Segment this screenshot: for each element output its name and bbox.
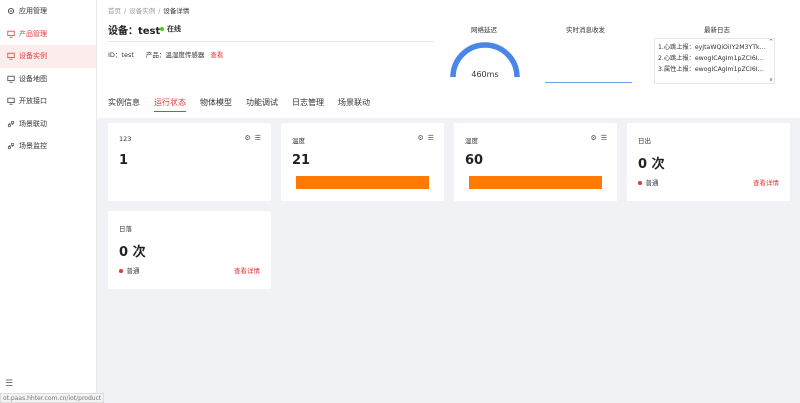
sidebar: 应用管理 产品管理 设备实例 设备地图 开放接口 场景联动 场景监控 ☰ bbox=[0, 0, 97, 403]
sidebar-item-label: 设备实例 bbox=[19, 52, 47, 61]
metric-name: 湿度 bbox=[465, 137, 478, 145]
event-card-sunset: 日落 0 次 普通 查看详情 bbox=[108, 211, 271, 289]
log-item: 3.属性上报：ewogICAgIm1pZCI6ICJ… bbox=[658, 66, 768, 73]
level-text: 普通 bbox=[645, 179, 659, 187]
realtime-message-label: 实时消息收发 bbox=[566, 26, 605, 34]
tab-function-debug[interactable]: 功能调试 bbox=[246, 97, 278, 112]
monitor-icon bbox=[6, 74, 15, 83]
level-dot bbox=[638, 181, 642, 185]
log-item: 2.心跳上报：ewogICAgIm1pZCI6ICJ… bbox=[658, 55, 768, 62]
link-icon bbox=[6, 142, 15, 151]
level-text: 普通 bbox=[126, 267, 140, 275]
device-id: ID：test bbox=[108, 51, 134, 59]
monitor-icon bbox=[6, 97, 15, 106]
sidebar-item-product-management[interactable]: 产品管理 bbox=[0, 23, 96, 46]
metric-bar-fill bbox=[296, 176, 429, 189]
event-card-sunrise: 日出 0 次 普通 查看详情 bbox=[627, 123, 790, 201]
status-url: ot.paas.hhter.com.cn/iot/product bbox=[0, 393, 105, 403]
card-tools: ⚙ ☰ bbox=[590, 134, 607, 142]
event-count: 0 次 bbox=[638, 157, 665, 172]
settings-icon[interactable]: ⚙ bbox=[244, 134, 250, 142]
scroll-up-icon[interactable]: ^ bbox=[769, 39, 773, 45]
tab-instance-info[interactable]: 实例信息 bbox=[108, 97, 140, 112]
sidebar-item-device-instance[interactable]: 设备实例 bbox=[0, 45, 96, 68]
divider bbox=[108, 41, 434, 42]
link-icon bbox=[6, 119, 15, 128]
sidebar-item-label: 设备地图 bbox=[19, 74, 47, 83]
list-icon[interactable]: ☰ bbox=[255, 134, 261, 142]
event-count: 0 次 bbox=[119, 245, 146, 260]
device-product: 产品：温湿度传感器 bbox=[145, 51, 205, 59]
breadcrumb-instances[interactable]: 设备实例 bbox=[129, 7, 155, 15]
page-title: 设备：test bbox=[108, 26, 161, 37]
log-item: 1.心跳上报：eyJtaWQiOiIY2M3YTk… bbox=[658, 44, 766, 51]
metric-value: 60 bbox=[465, 153, 484, 168]
event-level: 普通 bbox=[119, 265, 140, 275]
event-name: 日落 bbox=[119, 225, 132, 233]
latest-log-box: 1.心跳上报：eyJtaWQiOiIY2M3YTk… 2.心跳上报：ewogIC… bbox=[654, 38, 775, 84]
settings-icon[interactable]: ⚙ bbox=[590, 134, 596, 142]
breadcrumb-detail: 设备详情 bbox=[163, 7, 190, 15]
metric-bar-fill bbox=[469, 176, 602, 189]
monitor-icon bbox=[6, 29, 15, 38]
main-content: 首页 / 设备实例 / 设备详情 设备：test 在线 ID：test 产品：温湿度传感器… bbox=[97, 0, 800, 403]
settings-icon[interactable]: ⚙ bbox=[417, 134, 423, 142]
metric-card-123: 123 ⚙ ☰ 1 bbox=[108, 123, 271, 201]
network-delay-label: 网络延迟 bbox=[471, 26, 497, 34]
log-scrollbar[interactable]: ^ v bbox=[768, 39, 774, 83]
view-detail-link[interactable]: 查看详情 bbox=[234, 265, 260, 275]
realtime-message-line bbox=[545, 82, 632, 83]
tab-object-model[interactable]: 物体模型 bbox=[200, 97, 232, 112]
monitor-icon bbox=[6, 52, 15, 61]
metric-bar bbox=[469, 176, 602, 189]
view-product-link[interactable]: 查看 bbox=[210, 51, 223, 59]
list-icon[interactable]: ☰ bbox=[428, 134, 434, 142]
breadcrumb: 首页 / 设备实例 / 设备详情 bbox=[108, 7, 190, 15]
event-name: 日出 bbox=[638, 137, 651, 145]
sidebar-item-scene-monitor[interactable]: 场景监控 bbox=[0, 135, 96, 158]
menu-icon[interactable]: ☰ bbox=[5, 379, 13, 389]
event-level: 普通 bbox=[638, 177, 659, 187]
metric-value: 21 bbox=[292, 153, 311, 168]
sidebar-item-app-management[interactable]: 应用管理 bbox=[0, 0, 96, 23]
breadcrumb-home[interactable]: 首页 bbox=[108, 7, 121, 15]
sidebar-item-label: 产品管理 bbox=[19, 29, 47, 38]
sidebar-item-device-map[interactable]: 设备地图 bbox=[0, 68, 96, 91]
metric-card-humidity: 湿度 ⚙ ☰ 60 bbox=[454, 123, 617, 201]
list-icon[interactable]: ☰ bbox=[601, 134, 607, 142]
device-info: ID：test 产品：温湿度传感器 查看 bbox=[108, 49, 223, 59]
view-detail-link[interactable]: 查看详情 bbox=[753, 177, 779, 187]
scroll-down-icon[interactable]: v bbox=[770, 77, 773, 83]
sidebar-item-label: 应用管理 bbox=[19, 7, 47, 16]
sidebar-item-scene-linkage[interactable]: 场景联动 bbox=[0, 113, 96, 136]
metric-bar bbox=[296, 176, 429, 189]
tab-running-status[interactable]: 运行状态 bbox=[154, 97, 186, 112]
card-tools: ⚙ ☰ bbox=[417, 134, 434, 142]
device-header: 首页 / 设备实例 / 设备详情 设备：test 在线 ID：test 产品：温湿度传感器… bbox=[97, 0, 800, 118]
status-badge: 在线 bbox=[160, 24, 181, 34]
metric-card-temperature: 温度 ⚙ ☰ 21 bbox=[281, 123, 444, 201]
metric-value: 1 bbox=[119, 153, 129, 168]
metric-name: 温度 bbox=[292, 137, 305, 145]
gear-icon bbox=[6, 7, 15, 16]
tab-bar: 实例信息 运行状态 物体模型 功能调试 日志管理 场景联动 bbox=[108, 97, 384, 112]
network-delay-gauge: 460ms bbox=[450, 42, 520, 79]
sidebar-item-open-api[interactable]: 开放接口 bbox=[0, 90, 96, 113]
latest-log-label: 最新日志 bbox=[704, 26, 730, 34]
tab-log-management[interactable]: 日志管理 bbox=[292, 97, 324, 112]
sidebar-item-label: 场景联动 bbox=[19, 119, 47, 128]
metric-name: 123 bbox=[119, 135, 132, 143]
card-tools: ⚙ ☰ bbox=[244, 134, 261, 142]
status-dot bbox=[160, 27, 164, 31]
tab-scene-linkage[interactable]: 场景联动 bbox=[338, 97, 370, 112]
status-text: 在线 bbox=[167, 25, 181, 33]
level-dot bbox=[119, 269, 123, 273]
network-delay-value: 460ms bbox=[471, 70, 498, 79]
sidebar-item-label: 场景监控 bbox=[19, 142, 47, 151]
sidebar-item-label: 开放接口 bbox=[19, 97, 47, 106]
